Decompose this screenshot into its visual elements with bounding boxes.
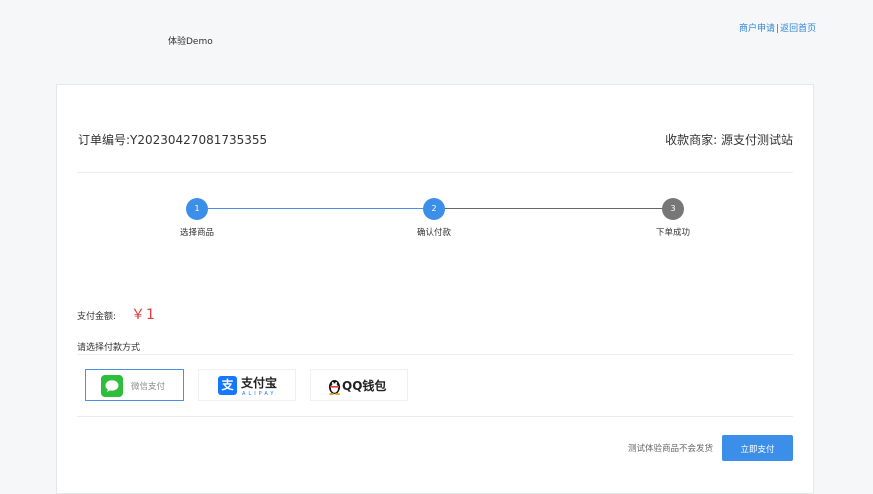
qq-wallet-label: QQ钱包 [342,379,387,393]
wechat-pay-label: 微信支付 [131,382,166,392]
back-home-link[interactable]: 返回首页 [780,24,816,34]
step-3-label: 下单成功 [655,228,690,238]
progress-line-todo [434,208,672,209]
pay-now-button[interactable]: 立即支付 [722,435,793,461]
divider [77,354,793,355]
qq-penguin-icon [328,377,341,395]
alipay-option[interactable]: 支 支付宝 ALIPAY [198,369,296,401]
top-links: 商户申请|返回首页 [739,21,816,34]
order-card: 订单编号:Y20230427081735355 收款商家: 源支付测试站 1 选… [56,84,814,494]
wechat-pay-option[interactable]: 微信支付 [85,369,184,401]
brand-title: 体验Demo [168,37,213,47]
alipay-icon: 支 [218,376,237,395]
step-2-label: 确认付款 [416,228,451,238]
order-number-label: 订单编号: [78,133,131,147]
merchant-label: 收款商家: [665,133,718,147]
qq-wallet-option[interactable]: QQ钱包 [310,369,408,401]
order-number-value: Y20230427081735355 [130,133,268,147]
divider [77,416,793,417]
wechat-icon [101,375,123,397]
link-separator: | [776,24,780,34]
alipay-label: 支付宝 [241,376,278,390]
amount-value: ￥1 [131,307,156,323]
amount-label: 支付金额: [77,312,117,322]
order-number: 订单编号:Y20230427081735355 [78,131,267,148]
alipay-sublabel: ALIPAY [242,391,277,397]
merchant-apply-link[interactable]: 商户申请 [739,24,775,34]
merchant-info: 收款商家: 源支付测试站 [665,131,793,148]
choose-method-label: 请选择付款方式 [77,343,141,353]
step-1-dot: 1 [186,198,208,220]
step-3-dot: 3 [662,198,684,220]
step-1-label: 选择商品 [179,228,214,238]
progress-line-done [197,208,434,209]
step-2-dot: 2 [423,198,445,220]
merchant-name: 源支付测试站 [720,133,793,147]
divider [77,172,793,173]
test-note: 测试体验商品不会发货 [628,444,714,454]
